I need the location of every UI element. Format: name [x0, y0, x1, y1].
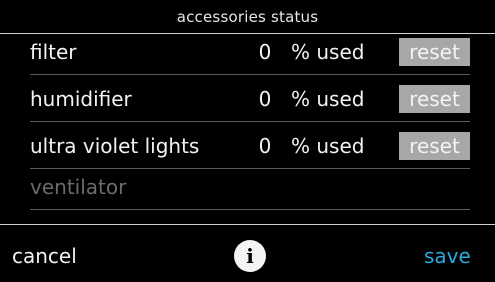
accessory-row-ventilator: ventilator: [30, 170, 470, 210]
accessory-unit-filter: % used: [291, 40, 365, 64]
accessory-value-uv-lights: 0: [258, 134, 272, 158]
reset-button-uv-lights[interactable]: reset: [399, 132, 470, 160]
accessory-label-uv-lights: ultra violet lights: [30, 134, 200, 158]
accessory-row-humidifier: humidifier 0 % used reset: [30, 82, 470, 122]
accessory-unit-uv-lights: % used: [291, 134, 365, 158]
footer-divider: [0, 224, 495, 225]
accessory-value-filter: 0: [258, 40, 272, 64]
row-divider: [30, 168, 470, 169]
title-divider: [0, 33, 495, 34]
save-button[interactable]: save: [424, 244, 471, 268]
accessory-row-filter: filter 0 % used reset: [30, 35, 470, 75]
row-divider: [30, 74, 470, 75]
reset-button-filter[interactable]: reset: [399, 38, 470, 66]
accessory-label-humidifier: humidifier: [30, 87, 132, 111]
reset-button-humidifier[interactable]: reset: [399, 85, 470, 113]
accessory-label-ventilator: ventilator: [30, 175, 127, 199]
row-divider: [30, 121, 470, 122]
page-title: accessories status: [176, 8, 319, 26]
cancel-button[interactable]: cancel: [12, 244, 77, 268]
accessory-row-uv-lights: ultra violet lights 0 % used reset: [30, 129, 470, 169]
row-divider: [30, 209, 470, 210]
info-icon[interactable]: i: [234, 240, 266, 272]
accessory-unit-humidifier: % used: [291, 87, 365, 111]
accessory-label-filter: filter: [30, 40, 77, 64]
accessory-value-humidifier: 0: [258, 87, 272, 111]
